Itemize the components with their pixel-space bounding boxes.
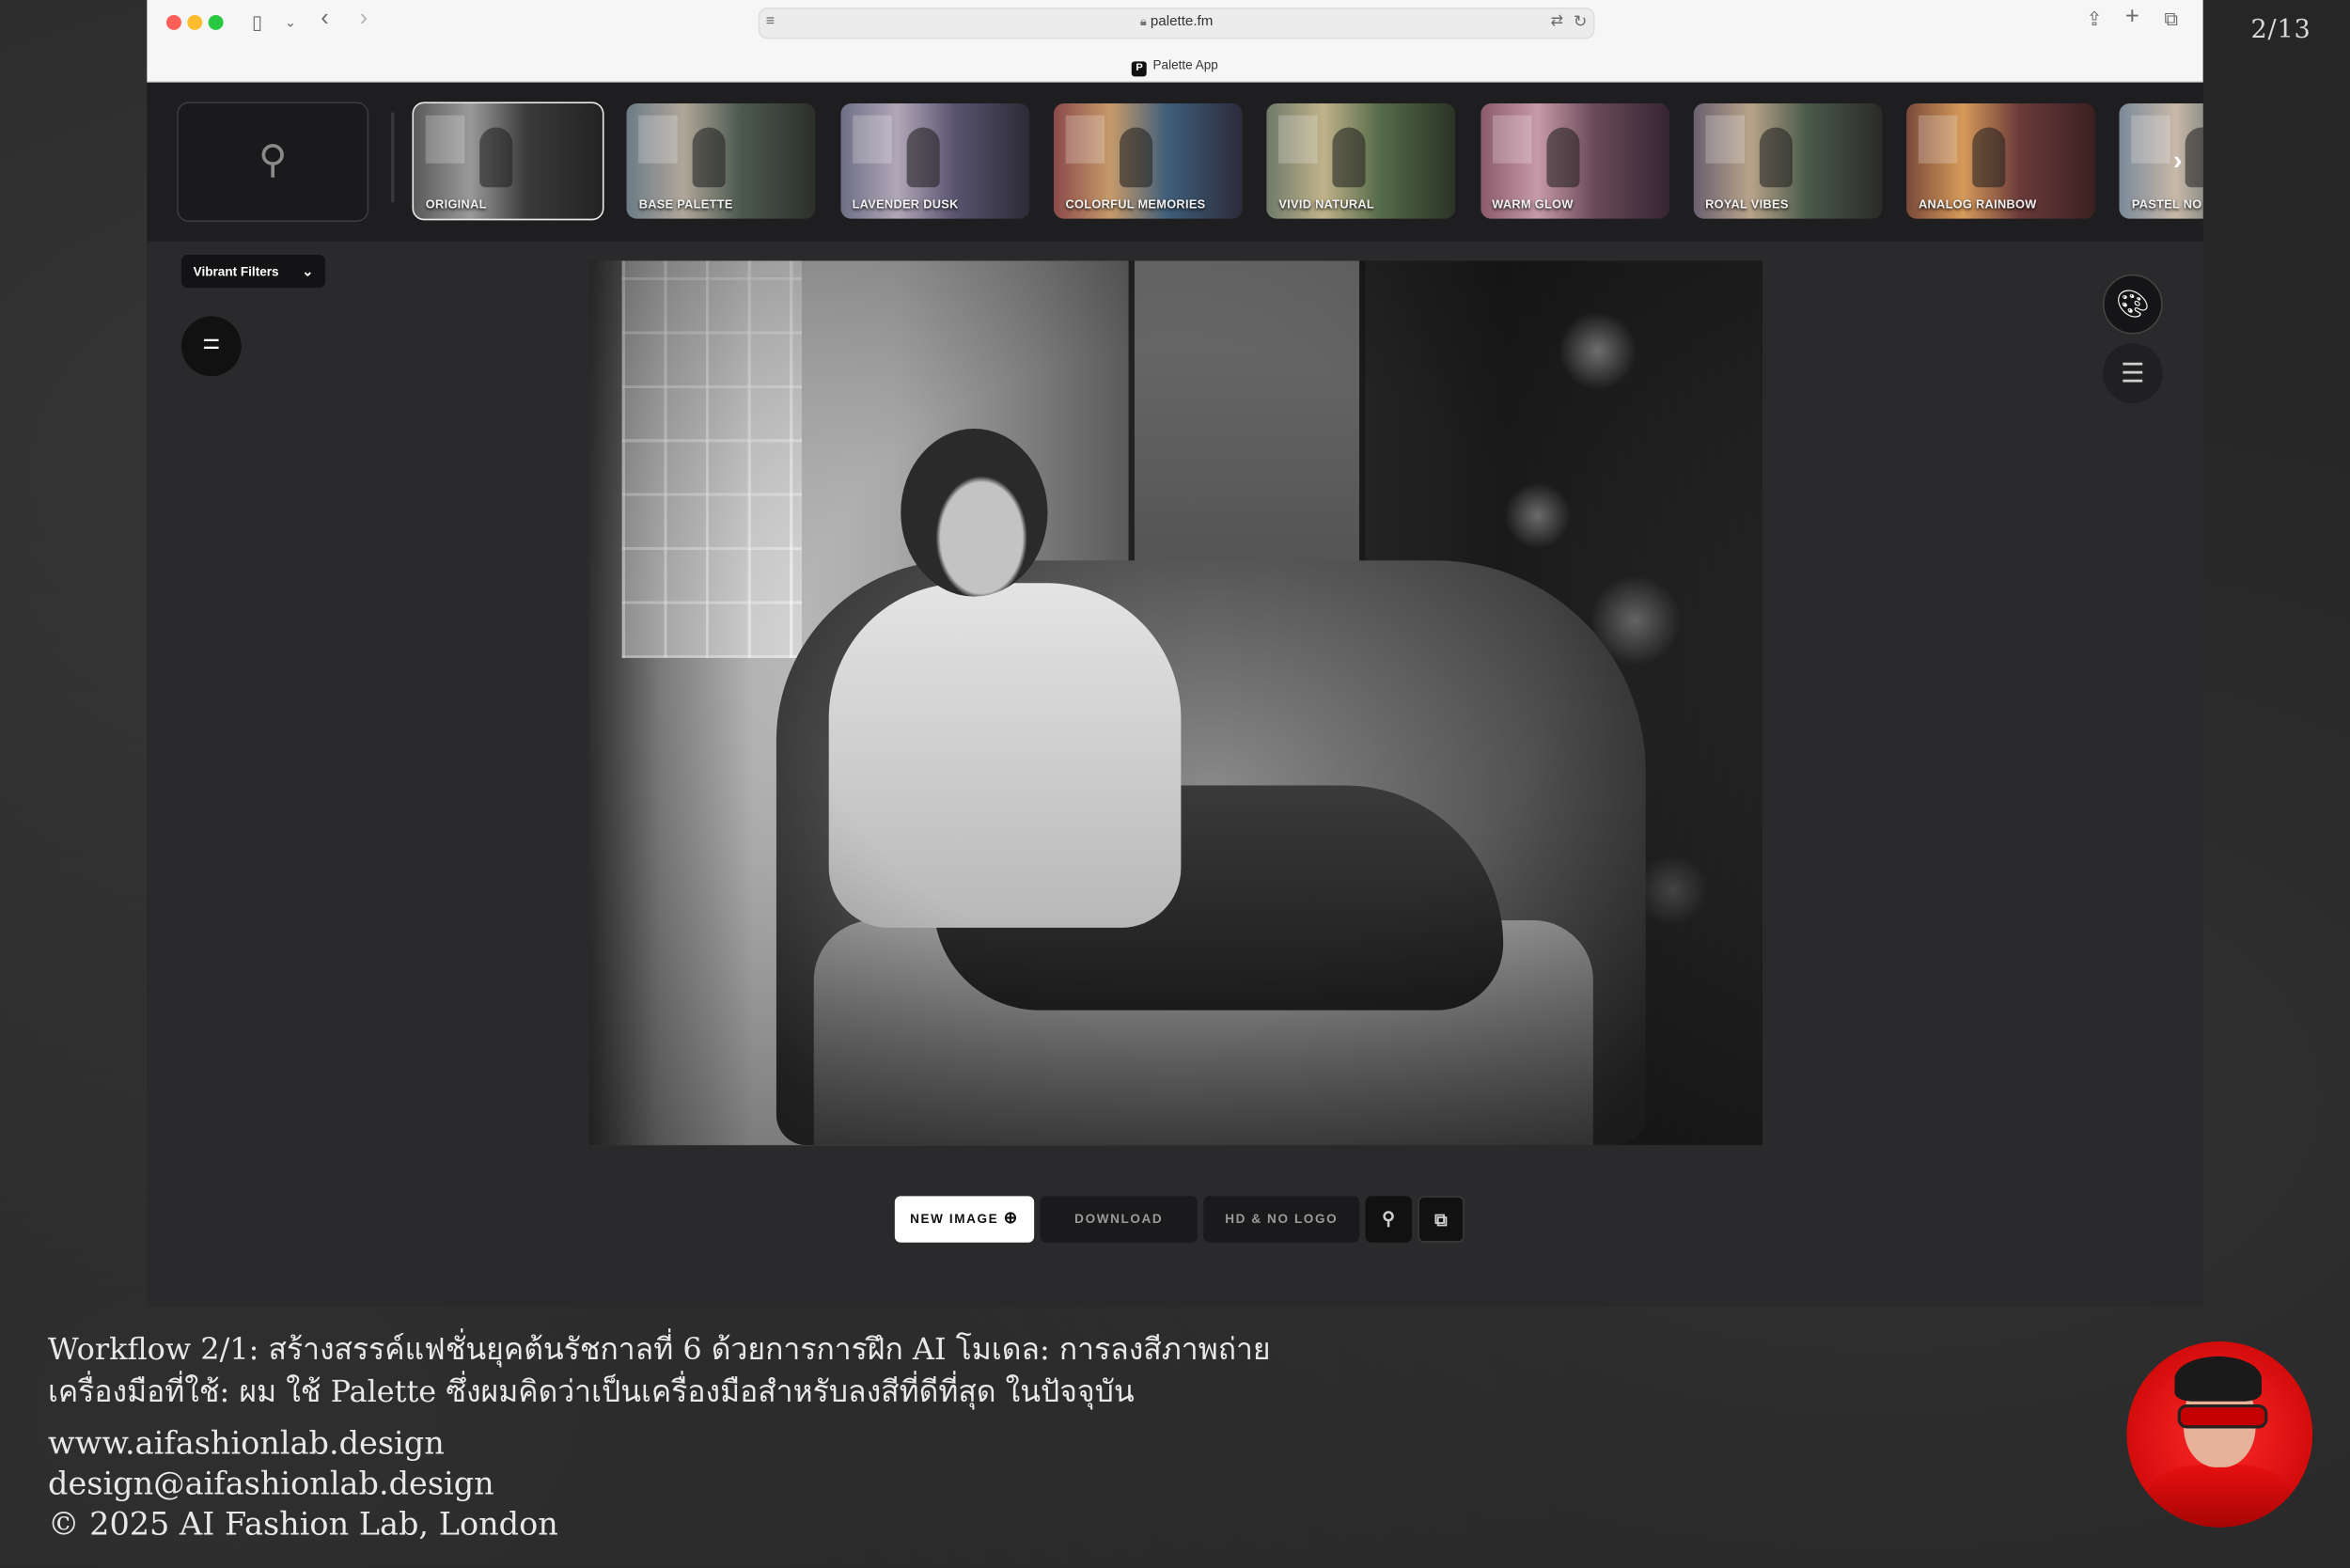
website-link[interactable]: www.aifashionlab.design: [48, 1424, 558, 1465]
pin-icon: ⚲: [258, 136, 288, 181]
sliders-icon: ☰: [2120, 358, 2145, 388]
filter-thumb-vivid-natural[interactable]: VIVID NATURAL: [1266, 103, 1456, 219]
hd-no-logo-button[interactable]: HD & NO LOGO: [1203, 1196, 1360, 1243]
filter-thumb-figure: [1545, 127, 1579, 188]
filter-thumb-label: BASE PALETTE: [638, 197, 733, 212]
filter-category-dropdown[interactable]: Vibrant Filters ⌄: [180, 255, 325, 289]
filter-thumb-pastel-no[interactable]: PASTEL NO: [2120, 103, 2203, 219]
photo-preview: [588, 260, 1763, 1146]
caption-line-2: เครื่องมือที่ใช้: ผม ใช้ Palette ซึ่งผมค…: [48, 1372, 1135, 1409]
filter-thumb-figure: [1972, 127, 2006, 188]
minimize-window-button[interactable]: [187, 14, 203, 30]
filter-thumb-figure: [1759, 127, 1793, 188]
copyright-text: © 2025 AI Fashion Lab, London: [48, 1506, 558, 1543]
email-link[interactable]: design@aifashionlab.design: [48, 1465, 558, 1505]
plus-circle-icon: ⊕: [1003, 1209, 1019, 1228]
sidebar-toggle-icon[interactable]: ▯: [252, 11, 262, 33]
filter-thumb-window: [1492, 115, 1531, 164]
new-image-button[interactable]: NEW IMAGE ⊕: [894, 1196, 1035, 1243]
filter-thumb-label: WARM GLOW: [1492, 197, 1574, 212]
tab-title[interactable]: P Palette App: [147, 57, 2203, 77]
filter-thumb-label: PASTEL NO: [2131, 197, 2202, 212]
filter-thumb-label: ROYAL VIBES: [1705, 197, 1789, 212]
palette-icon: 🎨︎: [2115, 289, 2151, 320]
slide-counter: 2/13: [2250, 14, 2311, 45]
filter-thumb-figure: [905, 127, 940, 188]
divider: [391, 112, 395, 203]
download-button[interactable]: DOWNLOAD: [1040, 1196, 1198, 1243]
zoom-window-button[interactable]: [208, 14, 224, 30]
menu-button[interactable]: =: [180, 316, 242, 377]
filter-thumb-royal-vibes[interactable]: ROYAL VIBES: [1693, 103, 1883, 219]
app-logo-icon: P: [1132, 61, 1148, 77]
chevron-right-icon[interactable]: ›: [2173, 146, 2183, 177]
filter-thumb-label: ORIGINAL: [425, 197, 487, 212]
filter-thumb-window: [638, 115, 679, 164]
share-icon[interactable]: ⇪: [2086, 8, 2102, 30]
filter-thumb-figure: [1332, 127, 1366, 188]
lock-icon: 🔒︎: [1139, 14, 1147, 29]
avatar: [2126, 1341, 2313, 1528]
chevron-down-icon[interactable]: ⌄: [285, 12, 296, 33]
back-icon[interactable]: ‹: [321, 7, 328, 31]
contact-links: www.aifashionlab.design design@aifashion…: [48, 1424, 558, 1545]
pin-icon: ⚲: [1382, 1208, 1396, 1230]
browser-toolbar: ▯ ⌄ ‹ › ≡ 🔒︎ palette.fm ⇄ ↻ ⇪ + ⧉ P Palet…: [147, 0, 2203, 83]
filter-thumb-window: [2131, 115, 2171, 164]
dropdown-label: Vibrant Filters: [193, 263, 279, 279]
filter-thumb-figure: [2186, 127, 2203, 188]
filter-thumb-figure: [693, 127, 727, 188]
palette-button[interactable]: 🎨︎: [2102, 274, 2163, 335]
filter-thumb-window: [1918, 115, 1958, 164]
reload-icon[interactable]: ↻: [1574, 12, 1588, 33]
new-tab-icon[interactable]: +: [2125, 6, 2139, 30]
filter-thumb-original[interactable]: ORIGINAL: [412, 102, 604, 221]
close-window-button[interactable]: [165, 14, 181, 30]
pin-filter-button[interactable]: ⚲: [177, 102, 369, 222]
avatar-jacket: [2144, 1464, 2295, 1528]
filter-strip: ⚲ ORIGINAL BASE PALETTE LAVENDER DUSK COLOR…: [147, 82, 2203, 242]
filter-thumb-lavender-dusk[interactable]: LAVENDER DUSK: [839, 103, 1029, 219]
address-bar[interactable]: ≡ 🔒︎ palette.fm ⇄ ↻: [758, 7, 1595, 39]
filter-thumb-window: [1705, 115, 1745, 164]
filter-thumb-colorful-memories[interactable]: COLORFUL MEMORIES: [1053, 103, 1243, 219]
chevron-down-icon: ⌄: [302, 263, 314, 279]
filter-thumb-label: ANALOG RAINBOW: [1918, 197, 2037, 212]
tab-title-label: Palette App: [1152, 56, 1218, 72]
caption: Workflow 2/1: สร้างสรรค์แฟชั่นยุคต้นรัชก…: [48, 1328, 1271, 1412]
filter-thumb-window: [1278, 115, 1318, 164]
filter-thumb-window: [425, 115, 465, 164]
filter-thumb-figure: [1119, 127, 1152, 188]
menu-icon: =: [202, 328, 221, 362]
adjustments-button[interactable]: ☰: [2102, 343, 2163, 403]
filter-thumb-analog-rainbow[interactable]: ANALOG RAINBOW: [1906, 103, 2096, 219]
filter-thumb-figure: [479, 127, 513, 188]
filter-thumb-window: [1065, 115, 1104, 164]
filter-thumb-window: [852, 115, 892, 164]
filter-thumb-label: COLORFUL MEMORIES: [1065, 197, 1206, 212]
copy-button[interactable]: ⧉: [1418, 1196, 1465, 1243]
caption-line-1: Workflow 2/1: สร้างสรรค์แฟชั่นยุคต้นรัชก…: [48, 1330, 1271, 1368]
copy-icon: ⧉: [1434, 1209, 1448, 1231]
translate-icon[interactable]: ⇄: [1551, 12, 1563, 33]
avatar-hair: [2174, 1356, 2262, 1402]
tab-overview-icon[interactable]: ⧉: [2164, 8, 2178, 30]
filter-thumb-base-palette[interactable]: BASE PALETTE: [626, 103, 816, 219]
pin-button[interactable]: ⚲: [1365, 1196, 1412, 1243]
filter-thumb-warm-glow[interactable]: WARM GLOW: [1480, 103, 1669, 219]
filter-thumb-label: LAVENDER DUSK: [852, 197, 959, 212]
photo-vignette: [588, 260, 1763, 1146]
new-image-label: NEW IMAGE: [910, 1211, 999, 1227]
browser-window: ▯ ⌄ ‹ › ≡ 🔒︎ palette.fm ⇄ ↻ ⇪ + ⧉ P Palet…: [147, 0, 2203, 1308]
avatar-glasses: [2177, 1403, 2268, 1429]
forward-icon[interactable]: ›: [360, 7, 368, 31]
filter-thumb-label: VIVID NATURAL: [1278, 197, 1375, 212]
url-text: palette.fm: [1150, 13, 1214, 30]
